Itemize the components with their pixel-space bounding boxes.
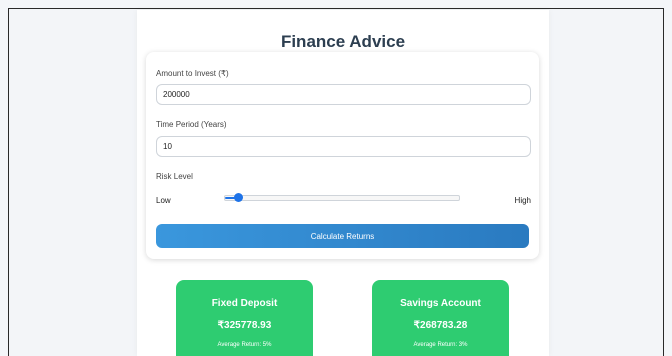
result-value: ₹268783.28 <box>413 320 468 331</box>
result-note: Average Return: 3% <box>413 342 468 348</box>
period-label: Time Period (Years) <box>156 120 227 129</box>
amount-input[interactable] <box>156 84 531 105</box>
calculate-returns-button[interactable]: Calculate Returns <box>156 224 529 248</box>
result-value: ₹325778.93 <box>217 320 272 331</box>
result-title: Savings Account <box>400 298 481 309</box>
risk-slider[interactable] <box>224 193 460 202</box>
risk-label: Risk Level <box>156 172 193 181</box>
result-card-savings-account: Savings Account ₹268783.28 Average Retur… <box>372 280 509 356</box>
amount-label: Amount to Invest (₹) <box>156 69 229 78</box>
page-title: Finance Advice <box>280 32 406 51</box>
result-title: Fixed Deposit <box>211 298 278 309</box>
result-note: Average Return: 5% <box>217 342 272 348</box>
risk-slider-thumb[interactable] <box>234 193 244 202</box>
risk-low-label: Low <box>156 196 171 205</box>
investment-form: Amount to Invest (₹) Time Period (Years)… <box>146 52 539 259</box>
risk-high-label: High <box>514 196 531 205</box>
risk-slider-row: Low High <box>156 193 531 207</box>
result-card-fixed-deposit: Fixed Deposit ₹325778.93 Average Return:… <box>176 280 313 356</box>
period-input[interactable] <box>156 136 531 157</box>
